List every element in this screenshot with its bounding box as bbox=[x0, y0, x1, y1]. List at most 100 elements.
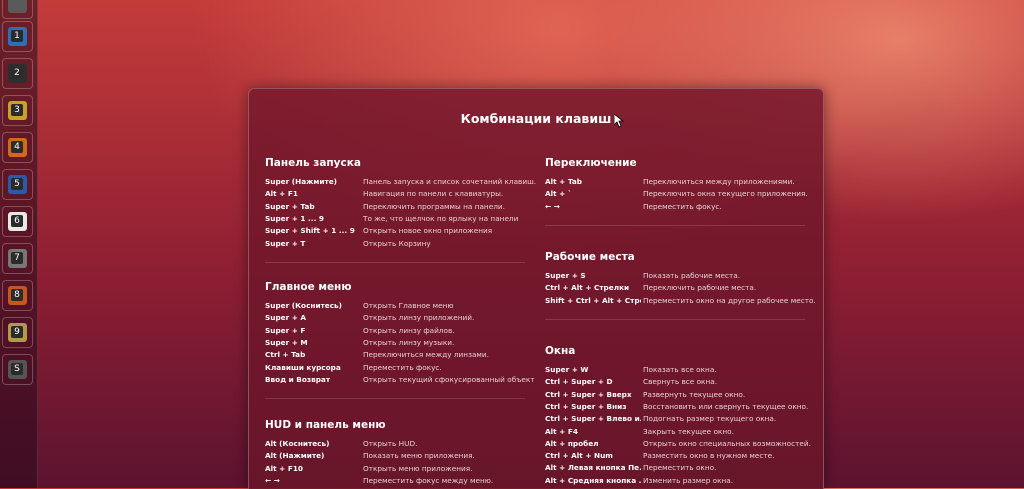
launcher-shortcut-number: 3 bbox=[11, 104, 23, 116]
shortcut-row: Ctrl + Super + Влево ил...Подогнать разм… bbox=[545, 413, 807, 425]
section-title: Переключение bbox=[545, 157, 637, 169]
shortcut-row: Ctrl + Super + Вверх Развернуть текущее о… bbox=[545, 389, 807, 401]
shortcut-row: ← → Переместить фокус. bbox=[545, 201, 807, 213]
shortcut-row: Alt + ` Переключить окна текущего приложе… bbox=[545, 188, 808, 200]
shortcut-key: Super + M bbox=[265, 337, 308, 347]
shortcut-key: Alt (Коснитесь) bbox=[265, 439, 330, 448]
shortcut-description: Изменить размер окна. bbox=[643, 475, 734, 485]
shortcut-row: Shift + Ctrl + Alt + Стре...Переместить … bbox=[545, 295, 816, 307]
shortcut-row: Super + S Показать рабочие места. bbox=[545, 270, 807, 282]
shortcut-row: Клавиши курсора Переместить фокус. bbox=[265, 362, 527, 374]
shortcut-key: Ctrl + Super + Вверх bbox=[545, 389, 632, 399]
section-title: Панель запуска bbox=[265, 157, 361, 169]
shortcut-description: Открыть линзу файлов. bbox=[363, 325, 455, 335]
launcher-shortcut-number: 6 bbox=[11, 215, 23, 227]
shortcut-row: Alt + F10 Открыть меню приложения. bbox=[265, 463, 527, 475]
launcher-item-4[interactable]: 4 bbox=[2, 132, 33, 163]
launcher-item-7[interactable]: 7 bbox=[2, 243, 33, 274]
launcher-shortcut-number: 1 bbox=[11, 30, 23, 42]
shortcut-row: Super + F Открыть линзу файлов. bbox=[265, 325, 527, 337]
shortcut-row: Ctrl + Super + D Свернуть все окна. bbox=[545, 376, 807, 388]
shortcut-row: Alt + Левая кнопка Пе... Переместить окно… bbox=[545, 462, 807, 474]
shortcut-key: Alt (Нажмите) bbox=[265, 451, 325, 461]
shortcut-row: Alt + Tab Переключиться между приложениям… bbox=[545, 176, 807, 188]
launcher-shortcut-number: 5 bbox=[11, 178, 23, 190]
shortcut-description: Свернуть все окна. bbox=[643, 377, 718, 387]
shortcut-key: ← → bbox=[265, 475, 280, 485]
shortcut-key: Ctrl + Super + Влево ил... bbox=[545, 414, 641, 424]
shortcut-key: Super (Нажмите) bbox=[265, 177, 337, 186]
shortcut-row: ← → Переместить фокус между меню. bbox=[265, 475, 527, 487]
shortcut-description: Переключить программы на панели. bbox=[363, 201, 505, 211]
launcher: 1 2 3 4 5 6 7 8 9 S bbox=[0, 0, 38, 488]
launcher-item-0[interactable] bbox=[2, 0, 33, 19]
shortcut-description: Открыть новое окно приложения bbox=[363, 226, 493, 236]
shortcut-description: Подогнать размер текущего окна. bbox=[643, 414, 777, 424]
shortcut-row: Super + Shift + 1 ... 9 Открыть новое окн… bbox=[265, 225, 527, 237]
shortcut-row: Super (Коснитесь) Открыть Главное меню bbox=[265, 300, 527, 312]
shortcut-key: Alt + Средняя кнопка ... bbox=[545, 475, 641, 485]
shortcut-key: Alt + Tab bbox=[545, 177, 583, 186]
launcher-item-8[interactable]: 8 bbox=[2, 280, 33, 311]
section-divider bbox=[265, 398, 525, 400]
overlay-title: Комбинации клавиш bbox=[460, 111, 612, 126]
launcher-item-5[interactable]: 5 bbox=[2, 169, 33, 200]
shortcut-description: Открыть текущий сфокусированный объект bbox=[363, 374, 535, 384]
shortcut-key: Super + S bbox=[545, 271, 586, 280]
shortcut-row: Alt + F1 Навигация по панели с клавиатуры… bbox=[265, 188, 527, 200]
shortcut-key: Super + W bbox=[545, 365, 589, 374]
shortcut-description: Открыть линзу музыки. bbox=[363, 337, 455, 347]
shortcut-description: Показать меню приложения. bbox=[363, 451, 475, 461]
shortcut-key: Ctrl + Alt + Стрелки bbox=[545, 283, 630, 293]
shortcut-description: Разместить окно в нужном месте. bbox=[643, 451, 775, 461]
launcher-item-3[interactable]: 3 bbox=[2, 95, 33, 126]
shortcut-description: Переместить фокус между меню. bbox=[363, 475, 494, 485]
shortcut-key: Alt + Левая кнопка Пе... bbox=[545, 463, 641, 473]
shortcut-row: Alt (Нажмите) Показать меню приложения. bbox=[265, 450, 527, 462]
shortcut-key: ← → bbox=[545, 201, 560, 211]
shortcut-row: Alt + пробел Открыть окно специальных воз… bbox=[545, 438, 811, 450]
shortcut-row: Ввод и Возврат Открыть текущий сфокусиров… bbox=[265, 374, 535, 386]
launcher-shortcut-number: 4 bbox=[11, 141, 23, 153]
shortcut-description: Открыть меню приложения. bbox=[363, 463, 473, 473]
launcher-item-6[interactable]: 6 bbox=[2, 206, 33, 237]
shortcut-key: Alt + F1 bbox=[265, 189, 298, 199]
shortcut-description: Показать все окна. bbox=[643, 365, 717, 374]
shortcut-description: Переместить фокус. bbox=[643, 201, 722, 211]
shortcut-description: Переключиться между приложениями. bbox=[643, 177, 795, 186]
shortcut-key: Клавиши курсора bbox=[265, 362, 341, 372]
section-title: Рабочие места bbox=[545, 251, 635, 263]
launcher-shortcut-number: 2 bbox=[11, 67, 23, 79]
shortcut-row: Ctrl + Tab Переключиться между линзами. bbox=[265, 349, 527, 361]
shortcut-row: Super + Tab Переключить программы на пане… bbox=[265, 201, 527, 213]
shortcut-description: Переместить фокус. bbox=[363, 362, 442, 372]
shortcut-row: Alt + Средняя кнопка ... Изменить размер … bbox=[545, 475, 807, 487]
shortcut-row: Super + T Открыть Корзину bbox=[265, 238, 527, 250]
launcher-item-2[interactable]: 2 bbox=[2, 58, 33, 89]
mouse-pointer-icon bbox=[614, 114, 624, 128]
launcher-item-9[interactable]: 9 bbox=[2, 317, 33, 348]
shortcut-key: Ctrl + Super + Вниз bbox=[545, 401, 627, 411]
shortcut-key: Ctrl + Super + D bbox=[545, 377, 613, 387]
shortcuts-overlay: Комбинации клавиш Панель запуска Super (Н… bbox=[248, 88, 824, 489]
shortcut-key: Ctrl + Tab bbox=[265, 350, 306, 360]
shortcut-key: Super + T bbox=[265, 238, 306, 248]
section-title: HUD и панель меню bbox=[265, 419, 386, 431]
launcher-item-1[interactable]: 1 bbox=[2, 21, 33, 52]
shortcut-key: Alt + пробел bbox=[545, 438, 599, 448]
shortcut-description: Открыть Главное меню bbox=[363, 301, 454, 310]
dash-icon bbox=[8, 0, 27, 13]
shortcut-description: Переместить окно. bbox=[643, 463, 717, 473]
shortcut-description: Открыть HUD. bbox=[363, 439, 418, 448]
shortcut-description: Восстановить или свернуть текущее окно. bbox=[643, 401, 809, 411]
shortcut-row: Ctrl + Super + Вниз Восстановить или свер… bbox=[545, 401, 809, 413]
section-title: Главное меню bbox=[265, 281, 352, 293]
shortcut-row: Ctrl + Alt + Num Разместить окно в нужном… bbox=[545, 450, 807, 462]
shortcut-key: Super + Tab bbox=[265, 201, 315, 211]
shortcut-description: Панель запуска и список сочетаний клавиш… bbox=[363, 177, 537, 186]
shortcut-description: Показать рабочие места. bbox=[643, 271, 741, 280]
launcher-item-10[interactable]: S bbox=[2, 354, 33, 385]
shortcut-row: Super + M Открыть линзу музыки. bbox=[265, 337, 527, 349]
shortcut-key: Alt + ` bbox=[545, 189, 572, 199]
shortcut-key: Super + Shift + 1 ... 9 bbox=[265, 226, 355, 236]
